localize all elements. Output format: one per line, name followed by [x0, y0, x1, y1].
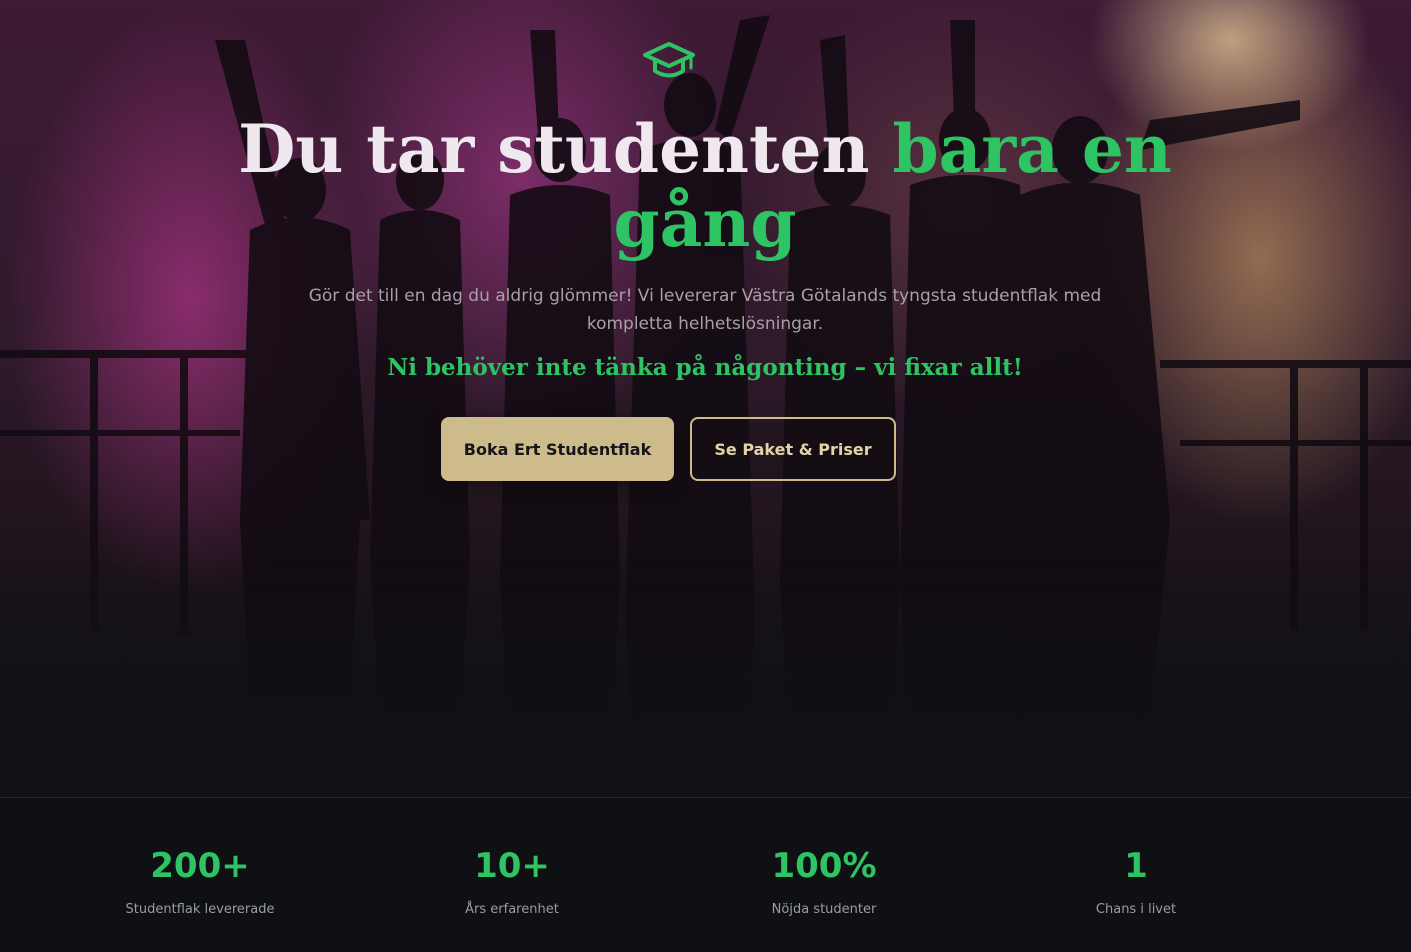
stat-item: 100% Nöjda studenter — [694, 844, 954, 917]
hero-section: Du tar studenten bara en gång Gör det ti… — [0, 0, 1411, 797]
graduation-cap-icon — [643, 42, 695, 78]
stat-item: 1 Chans i livet — [1006, 844, 1266, 917]
stat-item: 10+ Års erfarenhet — [382, 844, 642, 917]
hero-title-main: Du tar studenten — [238, 110, 870, 188]
stat-value: 200+ — [150, 846, 250, 886]
hero-tagline: Ni behöver inte tänka på någonting – vi … — [387, 354, 1023, 381]
stat-label: Studentflak levererade — [125, 902, 275, 917]
book-studentflak-button[interactable]: Boka Ert Studentflak — [441, 417, 674, 481]
stat-value: 1 — [1124, 846, 1148, 886]
packages-prices-button[interactable]: Se Paket & Priser — [690, 417, 896, 481]
stats-section: 200+ Studentflak levererade 10+ Års erfa… — [0, 797, 1411, 952]
stat-item: 200+ Studentflak levererade — [70, 844, 330, 917]
stat-label: Chans i livet — [1095, 902, 1177, 917]
hero-content: Du tar studenten bara en gång Gör det ti… — [0, 0, 1411, 797]
stat-value: 100% — [771, 846, 877, 886]
stat-label: Års erfarenhet — [465, 902, 559, 917]
stat-label: Nöjda studenter — [771, 902, 877, 917]
hero-title: Du tar studenten bara en gång — [205, 112, 1205, 260]
stat-value: 10+ — [474, 846, 550, 886]
hero-subtitle: Gör det till en dag du aldrig glömmer! V… — [308, 286, 1102, 334]
